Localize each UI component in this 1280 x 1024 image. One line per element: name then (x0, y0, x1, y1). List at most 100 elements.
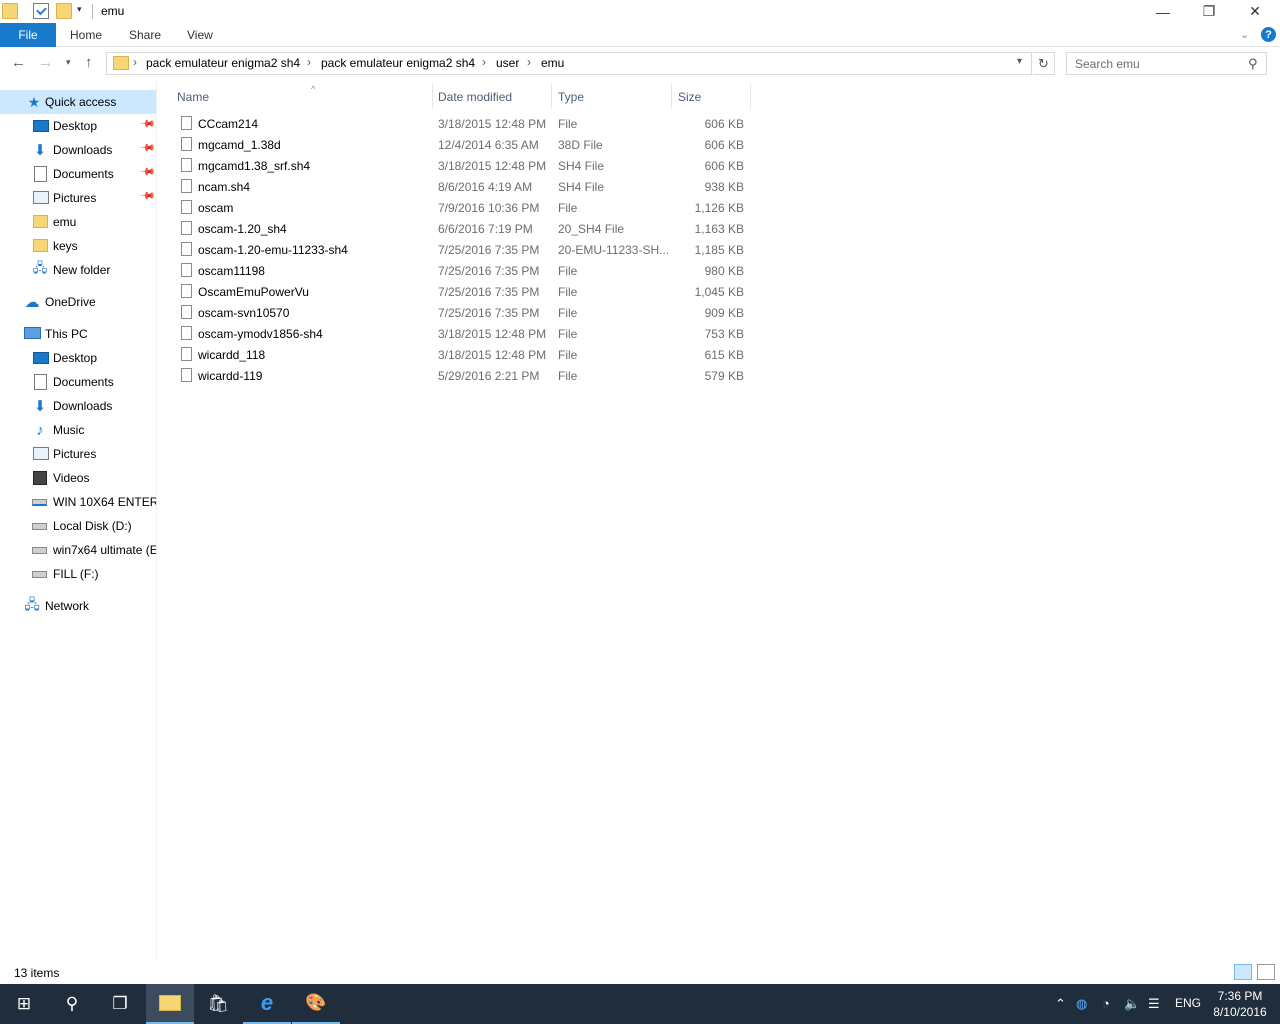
column-header-type[interactable]: Type (552, 84, 671, 109)
properties-icon[interactable] (33, 3, 49, 19)
file-icon (181, 305, 192, 319)
nav-pc-desktop[interactable]: Desktop (0, 346, 156, 370)
nav-this-pc[interactable]: This PC (0, 322, 156, 346)
chevron-up-icon[interactable]: ⌃ (1055, 996, 1066, 1012)
file-size: 1,185 KB (694, 243, 744, 257)
recent-locations-icon[interactable]: ▾ (66, 57, 71, 68)
large-icons-view-icon[interactable] (1257, 964, 1275, 980)
column-header-size[interactable]: Size (672, 84, 750, 109)
table-row[interactable]: OscamEmuPowerVu 7/25/2016 7:35 PM File 1,04… (175, 281, 751, 302)
forward-arrow-icon[interactable]: → (38, 54, 53, 71)
nav-documents[interactable]: Documents 📌 (0, 162, 156, 186)
drive-icon (32, 523, 47, 530)
up-arrow-icon[interactable]: ↑ (85, 54, 93, 71)
column-header-name[interactable]: Name ^ (171, 84, 432, 109)
table-row[interactable]: oscam-1.20_sh4 6/6/2016 7:19 PM 20_SH4 Fil… (175, 218, 751, 239)
folder-icon[interactable] (2, 3, 18, 19)
address-bar[interactable]: › pack emulateur enigma2 sh4 › pack emul… (106, 52, 1032, 75)
action-center-icon[interactable]: ☰ (1148, 996, 1160, 1012)
maximize-button[interactable]: ❐ (1186, 0, 1232, 23)
volume-icon[interactable]: 🔈 (1124, 996, 1140, 1012)
file-icon (181, 158, 192, 172)
file-type: File (558, 285, 578, 299)
tab-file[interactable]: File (0, 23, 56, 47)
new-folder-icon[interactable] (56, 3, 72, 19)
search-icon[interactable]: ⚲ (1248, 56, 1258, 72)
nav-pc-music[interactable]: ♪ Music (0, 418, 156, 442)
nav-drive-d[interactable]: Local Disk (D:) (0, 514, 156, 538)
search-input[interactable] (1067, 53, 1237, 74)
language-indicator[interactable]: ENG (1175, 996, 1201, 1010)
table-row[interactable]: wicardd_118 3/18/2015 12:48 PM File 615 KB (175, 344, 751, 365)
close-button[interactable]: ✕ (1232, 0, 1278, 23)
ribbon: File Home Share View ⌄ ? (0, 23, 1280, 47)
table-row[interactable]: ncam.sh4 8/6/2016 4:19 AM SH4 File 938 KB (175, 176, 751, 197)
nav-emu[interactable]: emu (0, 210, 156, 234)
nav-pc-documents[interactable]: Documents (0, 370, 156, 394)
nav-keys[interactable]: keys (0, 234, 156, 258)
help-icon[interactable]: ? (1261, 27, 1276, 42)
pin-icon[interactable]: 📌 (139, 188, 156, 205)
paint-icon[interactable]: 🎨 (292, 984, 340, 1024)
table-row[interactable]: oscam-svn10570 7/25/2016 7:35 PM File 909 K… (175, 302, 751, 323)
minimize-button[interactable]: — (1140, 0, 1186, 23)
file-size: 753 KB (704, 327, 744, 341)
wifi-icon[interactable]: ◔ (1102, 996, 1110, 1011)
back-arrow-icon[interactable]: ← (11, 54, 26, 71)
file-date: 3/18/2015 12:48 PM (438, 348, 547, 362)
details-view-icon[interactable] (1234, 964, 1252, 980)
internet-explorer-icon[interactable]: e (243, 984, 291, 1024)
nav-new-folder[interactable]: 🖧 New folder (0, 258, 156, 282)
expand-ribbon-icon[interactable]: ⌄ (1240, 28, 1249, 41)
nav-drive-f[interactable]: FILL (F:) (0, 562, 156, 586)
nav-downloads[interactable]: ⬇ Downloads 📌 (0, 138, 156, 162)
table-row[interactable]: oscam11198 7/25/2016 7:35 PM File 980 KB (175, 260, 751, 281)
nav-pc-downloads[interactable]: ⬇ Downloads (0, 394, 156, 418)
nav-desktop[interactable]: Desktop 📌 (0, 114, 156, 138)
search-box[interactable]: ⚲ (1066, 52, 1267, 75)
windows-start-icon[interactable]: ⊞ (0, 984, 48, 1024)
table-row[interactable]: mgcamd1.38_srf.sh4 3/18/2015 12:48 PM SH4 … (175, 155, 751, 176)
pin-icon[interactable]: 📌 (139, 116, 156, 133)
chevron-right-icon[interactable]: › (307, 55, 311, 69)
nav-pc-videos[interactable]: Videos (0, 466, 156, 490)
breadcrumb-emu[interactable]: emu (541, 56, 564, 70)
sync-icon[interactable]: ◍ (1076, 996, 1087, 1012)
breadcrumb-pack-emulateur-2[interactable]: pack emulateur enigma2 sh4 (321, 56, 475, 70)
table-row[interactable]: wicardd-119 5/29/2016 2:21 PM File 579 KB (175, 365, 751, 386)
column-header-date[interactable]: Date modified (432, 84, 551, 109)
nav-onedrive[interactable]: ☁ OneDrive (0, 290, 156, 314)
nav-pc-pictures[interactable]: Pictures (0, 442, 156, 466)
pictures-icon (33, 191, 49, 204)
nav-quick-access[interactable]: ★ Quick access (0, 90, 156, 114)
search-icon[interactable]: ⚲ (48, 984, 96, 1024)
chevron-right-icon[interactable]: › (482, 55, 486, 69)
chevron-down-icon[interactable]: ▾ (1017, 56, 1022, 67)
column-divider[interactable] (750, 84, 751, 109)
pin-icon[interactable]: 📌 (139, 140, 156, 157)
nav-pictures[interactable]: Pictures 📌 (0, 186, 156, 210)
tab-view[interactable]: View (187, 23, 213, 47)
nav-drive-e[interactable]: win7x64 ultimate (E (0, 538, 156, 562)
clock[interactable]: 7:36 PM 8/10/2016 (1206, 988, 1274, 1020)
table-row[interactable]: oscam-ymodv1856-sh4 3/18/2015 12:48 PM Fil… (175, 323, 751, 344)
store-icon[interactable]: 🛍 (194, 984, 242, 1024)
nav-drive-c[interactable]: WIN 10X64 ENTER V (0, 490, 156, 514)
breadcrumb-pack-emulateur[interactable]: pack emulateur enigma2 sh4 (146, 56, 300, 70)
nav-network[interactable]: 🖧 Network (0, 594, 156, 618)
table-row[interactable]: CCcam214 3/18/2015 12:48 PM File 606 KB (175, 113, 751, 134)
file-explorer-icon[interactable] (146, 984, 194, 1024)
table-row[interactable]: oscam 7/9/2016 10:36 PM File 1,126 KB (175, 197, 751, 218)
table-row[interactable]: mgcamd_1.38d 12/4/2014 6:35 AM 38D File 606… (175, 134, 751, 155)
tab-share[interactable]: Share (129, 23, 161, 47)
file-type: SH4 File (558, 159, 605, 173)
pin-icon[interactable]: 📌 (139, 164, 156, 181)
refresh-button[interactable]: ↻ (1033, 52, 1055, 75)
tab-home[interactable]: Home (70, 23, 102, 47)
customize-toolbar-icon[interactable]: ▾ (77, 4, 82, 15)
table-row[interactable]: oscam-1.20-emu-11233-sh4 7/25/2016 7:35 P… (175, 239, 751, 260)
task-view-icon[interactable]: ❐ (96, 984, 144, 1024)
chevron-right-icon[interactable]: › (527, 55, 531, 69)
breadcrumb-user[interactable]: user (496, 56, 519, 70)
chevron-right-icon[interactable]: › (133, 55, 137, 69)
